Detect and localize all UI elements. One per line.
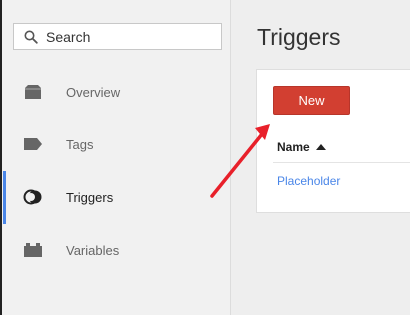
search-input[interactable] xyxy=(46,28,196,45)
triggers-card: New Name Placeholder xyxy=(256,69,410,213)
sidebar-item-label: Variables xyxy=(66,242,120,258)
sidebar-item-label: Triggers xyxy=(66,189,114,205)
sidebar-item-triggers[interactable]: Triggers xyxy=(2,171,231,224)
sidebar-item-label: Tags xyxy=(66,136,94,152)
sidebar-item-variables[interactable]: Variables xyxy=(2,230,231,270)
trigger-icon xyxy=(22,187,44,207)
trigger-name-link[interactable]: Placeholder xyxy=(277,174,340,188)
sort-ascending-icon xyxy=(315,144,326,150)
search-box[interactable] xyxy=(13,23,222,50)
page-title: Triggers xyxy=(257,24,341,50)
column-header-name[interactable]: Name xyxy=(277,140,326,154)
tag-icon xyxy=(22,134,44,154)
sidebar: Overview Tags Triggers Variables xyxy=(2,0,231,315)
folder-icon xyxy=(22,82,44,102)
column-header-label: Name xyxy=(277,140,310,154)
sidebar-item-label: Overview xyxy=(66,84,121,100)
divider xyxy=(273,162,410,163)
variables-icon xyxy=(22,240,44,260)
new-trigger-button[interactable]: New xyxy=(273,86,350,115)
search-icon xyxy=(24,30,38,44)
sidebar-item-tags[interactable]: Tags xyxy=(2,124,231,164)
main-content: Triggers New Name Placeholder xyxy=(232,0,410,315)
sidebar-item-overview[interactable]: Overview xyxy=(2,72,231,112)
